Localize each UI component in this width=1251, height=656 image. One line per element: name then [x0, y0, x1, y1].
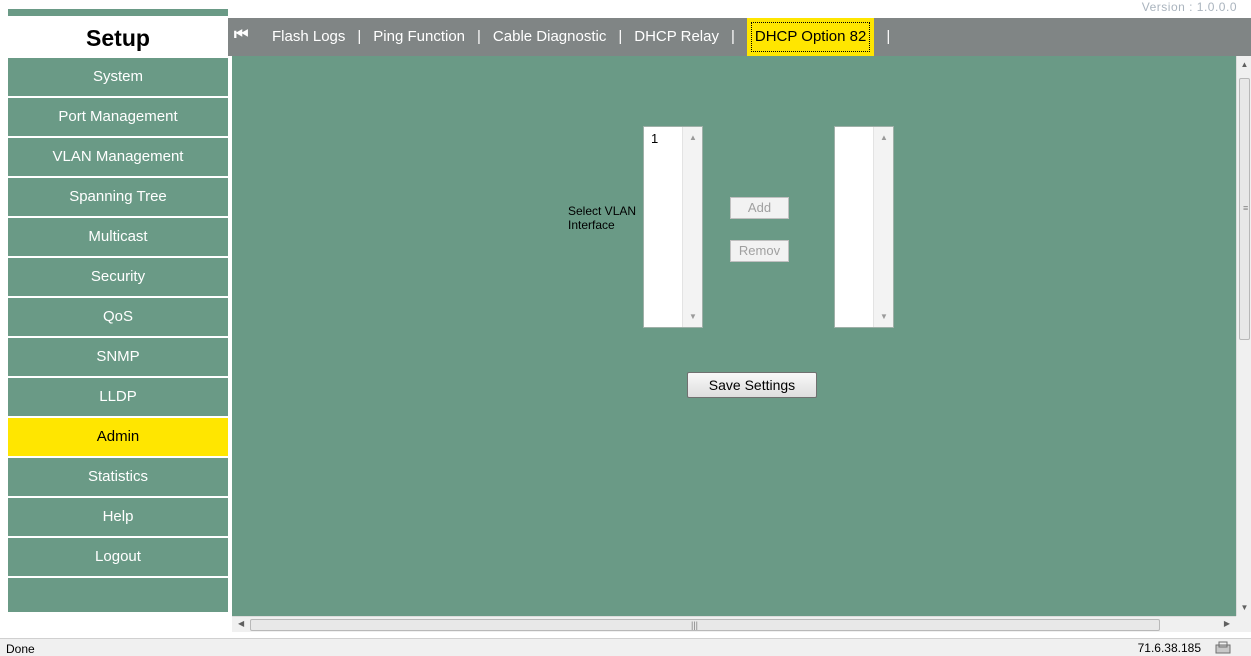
save-settings-button[interactable]: Save Settings [687, 372, 817, 398]
scroll-thumb[interactable]: ≡ [1239, 78, 1250, 340]
content-panel: Select VLAN Interface 1 ▲ ▼ Add Remov ▲ … [232, 56, 1236, 616]
sidebar-item-help[interactable]: Help [8, 498, 228, 536]
sidebar-item-qos[interactable]: QoS [8, 298, 228, 336]
tab-dhcp-option-82[interactable]: DHCP Option 82 [746, 18, 875, 56]
tab-cable-diagnostic[interactable]: Cable Diagnostic [493, 18, 606, 56]
scroll-thumb[interactable]: ||| [250, 619, 1160, 631]
tab-separator: | [477, 28, 481, 45]
tab-separator: | [886, 28, 891, 45]
grip-icon: ≡ [1243, 203, 1249, 213]
first-page-icon[interactable]: ⏮ [234, 26, 249, 44]
sidebar-item-spanning-tree[interactable]: Spanning Tree [8, 178, 228, 216]
sidebar-item-logout[interactable]: Logout [8, 538, 228, 576]
sidebar-title: Setup [8, 18, 228, 58]
tab-separator: | [357, 28, 362, 45]
top-strip: Version : 1.0.0.0 [0, 0, 1251, 18]
network-zone-icon [1215, 641, 1231, 654]
scroll-down-icon[interactable]: ▼ [874, 312, 894, 321]
status-bar: Done 71.6.38.185 [0, 638, 1251, 656]
sidebar-item-admin[interactable]: Admin [8, 418, 228, 456]
list-scrollbar[interactable]: ▲ ▼ [873, 127, 893, 327]
available-vlan-list[interactable]: 1 ▲ ▼ [643, 126, 703, 328]
scroll-up-icon[interactable]: ▲ [874, 133, 894, 142]
sidebar: Setup System Port Management VLAN Manage… [8, 18, 228, 616]
scroll-down-icon[interactable]: ▼ [683, 312, 703, 321]
scroll-up-icon[interactable]: ▲ [683, 133, 703, 142]
tab-ping-function[interactable]: Ping Function [373, 18, 465, 56]
version-text: Version : 1.0.0.0 [1141, 0, 1237, 14]
tab-dhcp-relay[interactable]: DHCP Relay [634, 18, 719, 56]
tab-flash-logs[interactable]: Flash Logs [272, 18, 345, 56]
remove-button[interactable]: Remov [730, 240, 789, 262]
vertical-scrollbar[interactable]: ▲ ≡ ▼ [1236, 56, 1251, 616]
list-scrollbar[interactable]: ▲ ▼ [682, 127, 702, 327]
tab-separator: | [618, 28, 623, 45]
sidebar-item-port-management[interactable]: Port Management [8, 98, 228, 136]
sidebar-item-snmp[interactable]: SNMP [8, 338, 228, 376]
selected-vlan-list[interactable]: ▲ ▼ [834, 126, 894, 328]
scroll-right-icon[interactable]: ▶ [1224, 619, 1230, 628]
tab-list: Flash Logs | Ping Function | Cable Diagn… [272, 18, 902, 56]
scrollbar-corner [1236, 616, 1251, 632]
status-ip: 71.6.38.185 [1137, 641, 1201, 655]
scroll-down-icon[interactable]: ▼ [1237, 603, 1251, 612]
top-bar-accent [8, 9, 228, 16]
tab-separator: | [730, 28, 735, 45]
sidebar-item-lldp[interactable]: LLDP [8, 378, 228, 416]
scroll-left-icon[interactable]: ◀ [238, 619, 244, 628]
sidebar-item-vlan-management[interactable]: VLAN Management [8, 138, 228, 176]
sidebar-item-statistics[interactable]: Statistics [8, 458, 228, 496]
add-button[interactable]: Add [730, 197, 789, 219]
scroll-up-icon[interactable]: ▲ [1237, 60, 1251, 69]
sidebar-item-system[interactable]: System [8, 58, 228, 96]
tab-bar: ⏮ Flash Logs | Ping Function | Cable Dia… [228, 18, 1251, 56]
sidebar-item-multicast[interactable]: Multicast [8, 218, 228, 256]
sidebar-footer [0, 616, 232, 632]
vlan-option[interactable]: 1 [651, 131, 658, 146]
horizontal-scrollbar[interactable]: ◀ ||| ▶ [232, 616, 1236, 632]
sidebar-item-security[interactable]: Security [8, 258, 228, 296]
select-vlan-label: Select VLAN Interface [568, 204, 637, 232]
sidebar-filler [8, 578, 228, 612]
grip-icon: ||| [691, 620, 699, 630]
status-text: Done [6, 642, 35, 656]
